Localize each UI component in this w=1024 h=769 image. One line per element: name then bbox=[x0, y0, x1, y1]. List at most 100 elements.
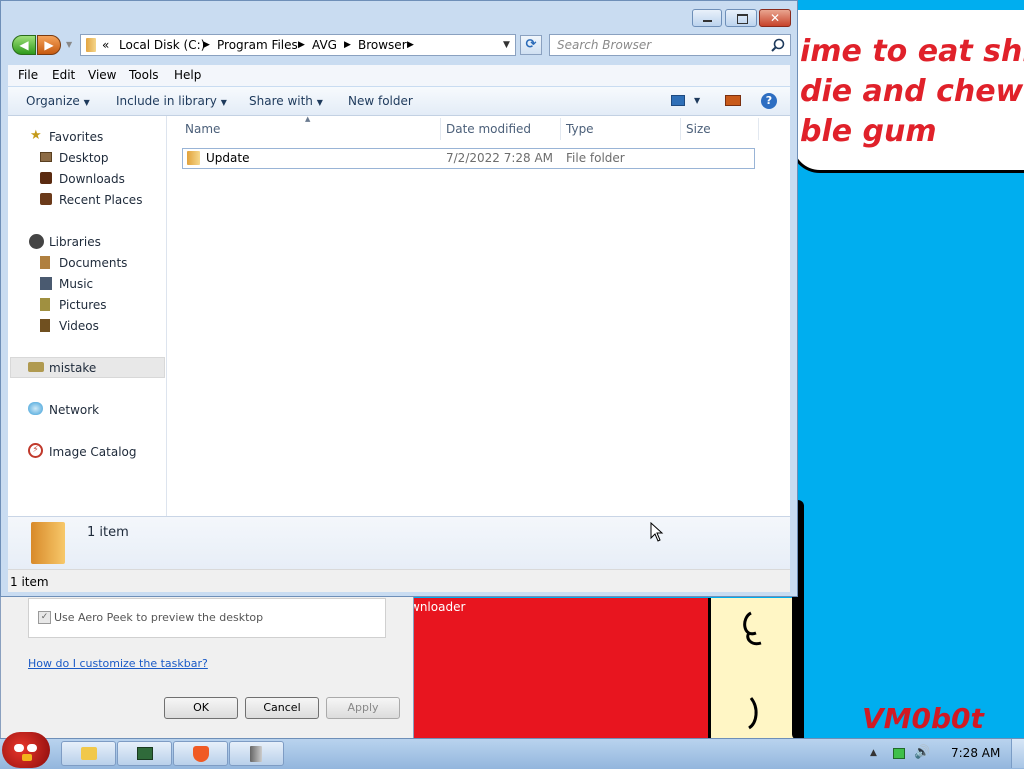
nav-network[interactable]: Network bbox=[49, 403, 99, 417]
nav-favorites[interactable]: Favorites bbox=[49, 130, 103, 144]
search-icon[interactable] bbox=[771, 38, 785, 52]
nav-videos[interactable]: Videos bbox=[59, 319, 99, 333]
back-button[interactable]: ◀ bbox=[12, 35, 36, 55]
pictures-icon bbox=[40, 298, 50, 311]
nav-downloads[interactable]: Downloads bbox=[59, 172, 125, 186]
folder-icon bbox=[81, 747, 97, 760]
music-icon bbox=[40, 277, 52, 290]
apply-button[interactable]: Apply bbox=[326, 697, 400, 719]
wallpaper-text: ime to eat shit die and chew ble gum bbox=[800, 34, 1024, 149]
nav-desktop[interactable]: Desktop bbox=[59, 151, 109, 165]
nav-image-catalog[interactable]: Image Catalog bbox=[49, 445, 136, 459]
new-folder-button[interactable]: New folder bbox=[348, 94, 413, 108]
show-desktop-button[interactable] bbox=[1011, 739, 1024, 768]
maximize-icon bbox=[737, 14, 748, 24]
nav-music[interactable]: Music bbox=[59, 277, 93, 291]
show-hidden-icons-icon[interactable]: ▲ bbox=[870, 748, 877, 758]
aero-peek-label: Use Aero Peek to preview the desktop bbox=[54, 611, 264, 624]
organize-label: Organize bbox=[26, 94, 80, 108]
image-catalog-icon: ⚡ bbox=[28, 443, 43, 458]
share-with-label: Share with bbox=[249, 94, 313, 108]
chevron-right-icon[interactable]: ▶ bbox=[344, 40, 351, 50]
menu-tools[interactable]: Tools bbox=[129, 68, 159, 82]
breadcrumb-overflow[interactable]: « bbox=[102, 38, 109, 52]
forward-button[interactable]: ▶ bbox=[37, 35, 61, 55]
status-item-count: 1 item bbox=[10, 575, 49, 589]
details-pane bbox=[8, 516, 790, 569]
taskbar-app-button[interactable] bbox=[117, 741, 172, 766]
sort-ascending-icon: ▲ bbox=[305, 115, 311, 123]
customize-taskbar-link[interactable]: How do I customize the taskbar? bbox=[28, 657, 208, 670]
nav-libraries[interactable]: Libraries bbox=[49, 235, 101, 249]
homegroup-icon bbox=[28, 362, 44, 372]
cancel-button[interactable]: Cancel bbox=[245, 697, 319, 719]
breadcrumb-program-files[interactable]: Program Files bbox=[217, 38, 298, 52]
address-dropdown-icon[interactable]: ▼ bbox=[503, 40, 510, 50]
view-options-chevron-icon[interactable]: ▼ bbox=[694, 96, 700, 105]
taskbar-clock[interactable]: 7:28 AM bbox=[951, 746, 1000, 760]
file-name[interactable]: Update bbox=[206, 151, 249, 165]
back-arrow-icon: ◀ bbox=[19, 38, 29, 52]
network-tray-icon[interactable] bbox=[893, 748, 905, 759]
angry-bird-eye-icon bbox=[14, 744, 24, 752]
help-icon[interactable]: ? bbox=[761, 93, 777, 109]
column-divider[interactable] bbox=[560, 118, 561, 140]
terminal-icon bbox=[137, 747, 153, 760]
documents-icon bbox=[40, 256, 50, 269]
menu-bar bbox=[8, 65, 790, 86]
column-divider[interactable] bbox=[440, 118, 441, 140]
column-type[interactable]: Type bbox=[566, 122, 594, 136]
chevron-right-icon[interactable]: ▶ bbox=[298, 40, 305, 50]
menu-edit[interactable]: Edit bbox=[52, 68, 75, 82]
nav-pictures[interactable]: Pictures bbox=[59, 298, 107, 312]
chevron-right-icon[interactable]: ▶ bbox=[407, 40, 414, 50]
aero-peek-checkbox[interactable]: ✓ bbox=[38, 611, 51, 624]
folder-icon bbox=[250, 746, 262, 762]
nav-homegroup[interactable]: mistake bbox=[49, 361, 96, 375]
background-window-title: wnloader bbox=[410, 600, 466, 614]
close-button[interactable]: ✕ bbox=[759, 9, 791, 27]
nav-recent-places[interactable]: Recent Places bbox=[59, 193, 142, 207]
forward-arrow-icon: ▶ bbox=[44, 38, 54, 52]
maximize-button[interactable] bbox=[725, 9, 757, 27]
chevron-right-icon[interactable]: ▶ bbox=[203, 40, 210, 50]
share-with-button[interactable]: Share with ▼ bbox=[249, 94, 323, 108]
column-divider[interactable] bbox=[680, 118, 681, 140]
include-in-library-button[interactable]: Include in library ▼ bbox=[116, 94, 227, 108]
recent-pages-icon[interactable]: ▼ bbox=[66, 40, 72, 49]
start-button[interactable] bbox=[2, 732, 50, 768]
organize-button[interactable]: Organize ▼ bbox=[26, 94, 90, 108]
taskbar-folder-button[interactable] bbox=[229, 741, 284, 766]
column-name[interactable]: Name bbox=[185, 122, 220, 136]
column-divider[interactable] bbox=[758, 118, 759, 140]
minimize-button[interactable] bbox=[692, 9, 722, 27]
refresh-icon: ⟳ bbox=[525, 37, 537, 52]
column-date-modified[interactable]: Date modified bbox=[446, 122, 531, 136]
preview-pane-icon[interactable] bbox=[725, 95, 741, 106]
chevron-down-icon: ▼ bbox=[316, 98, 323, 107]
wallpaper-red-area bbox=[400, 598, 710, 738]
wallpaper-yellow-area bbox=[708, 598, 804, 738]
mouse-cursor-icon bbox=[650, 522, 664, 542]
volume-icon[interactable]: 🔊 bbox=[914, 745, 930, 760]
breadcrumb-avg[interactable]: AVG bbox=[312, 38, 337, 52]
file-type: File folder bbox=[566, 151, 625, 165]
search-placeholder: Search Browser bbox=[557, 38, 652, 52]
angry-bird-eye-icon bbox=[27, 744, 37, 752]
taskbar-browser-button[interactable] bbox=[173, 741, 228, 766]
angry-bird-beak-icon bbox=[22, 754, 32, 761]
column-size[interactable]: Size bbox=[686, 122, 711, 136]
ok-button[interactable]: OK bbox=[164, 697, 238, 719]
taskbar-explorer-button[interactable] bbox=[61, 741, 116, 766]
breadcrumb-local-disk[interactable]: Local Disk (C:) bbox=[119, 38, 205, 52]
breadcrumb-browser[interactable]: Browser bbox=[358, 38, 407, 52]
menu-view[interactable]: View bbox=[88, 68, 116, 82]
nav-documents[interactable]: Documents bbox=[59, 256, 127, 270]
refresh-button[interactable]: ⟳ bbox=[520, 35, 542, 55]
change-view-icon[interactable] bbox=[671, 95, 685, 106]
videos-icon bbox=[40, 319, 50, 332]
folder-icon bbox=[187, 151, 200, 165]
libraries-icon bbox=[29, 234, 44, 249]
menu-file[interactable]: File bbox=[18, 68, 38, 82]
menu-help[interactable]: Help bbox=[174, 68, 201, 82]
